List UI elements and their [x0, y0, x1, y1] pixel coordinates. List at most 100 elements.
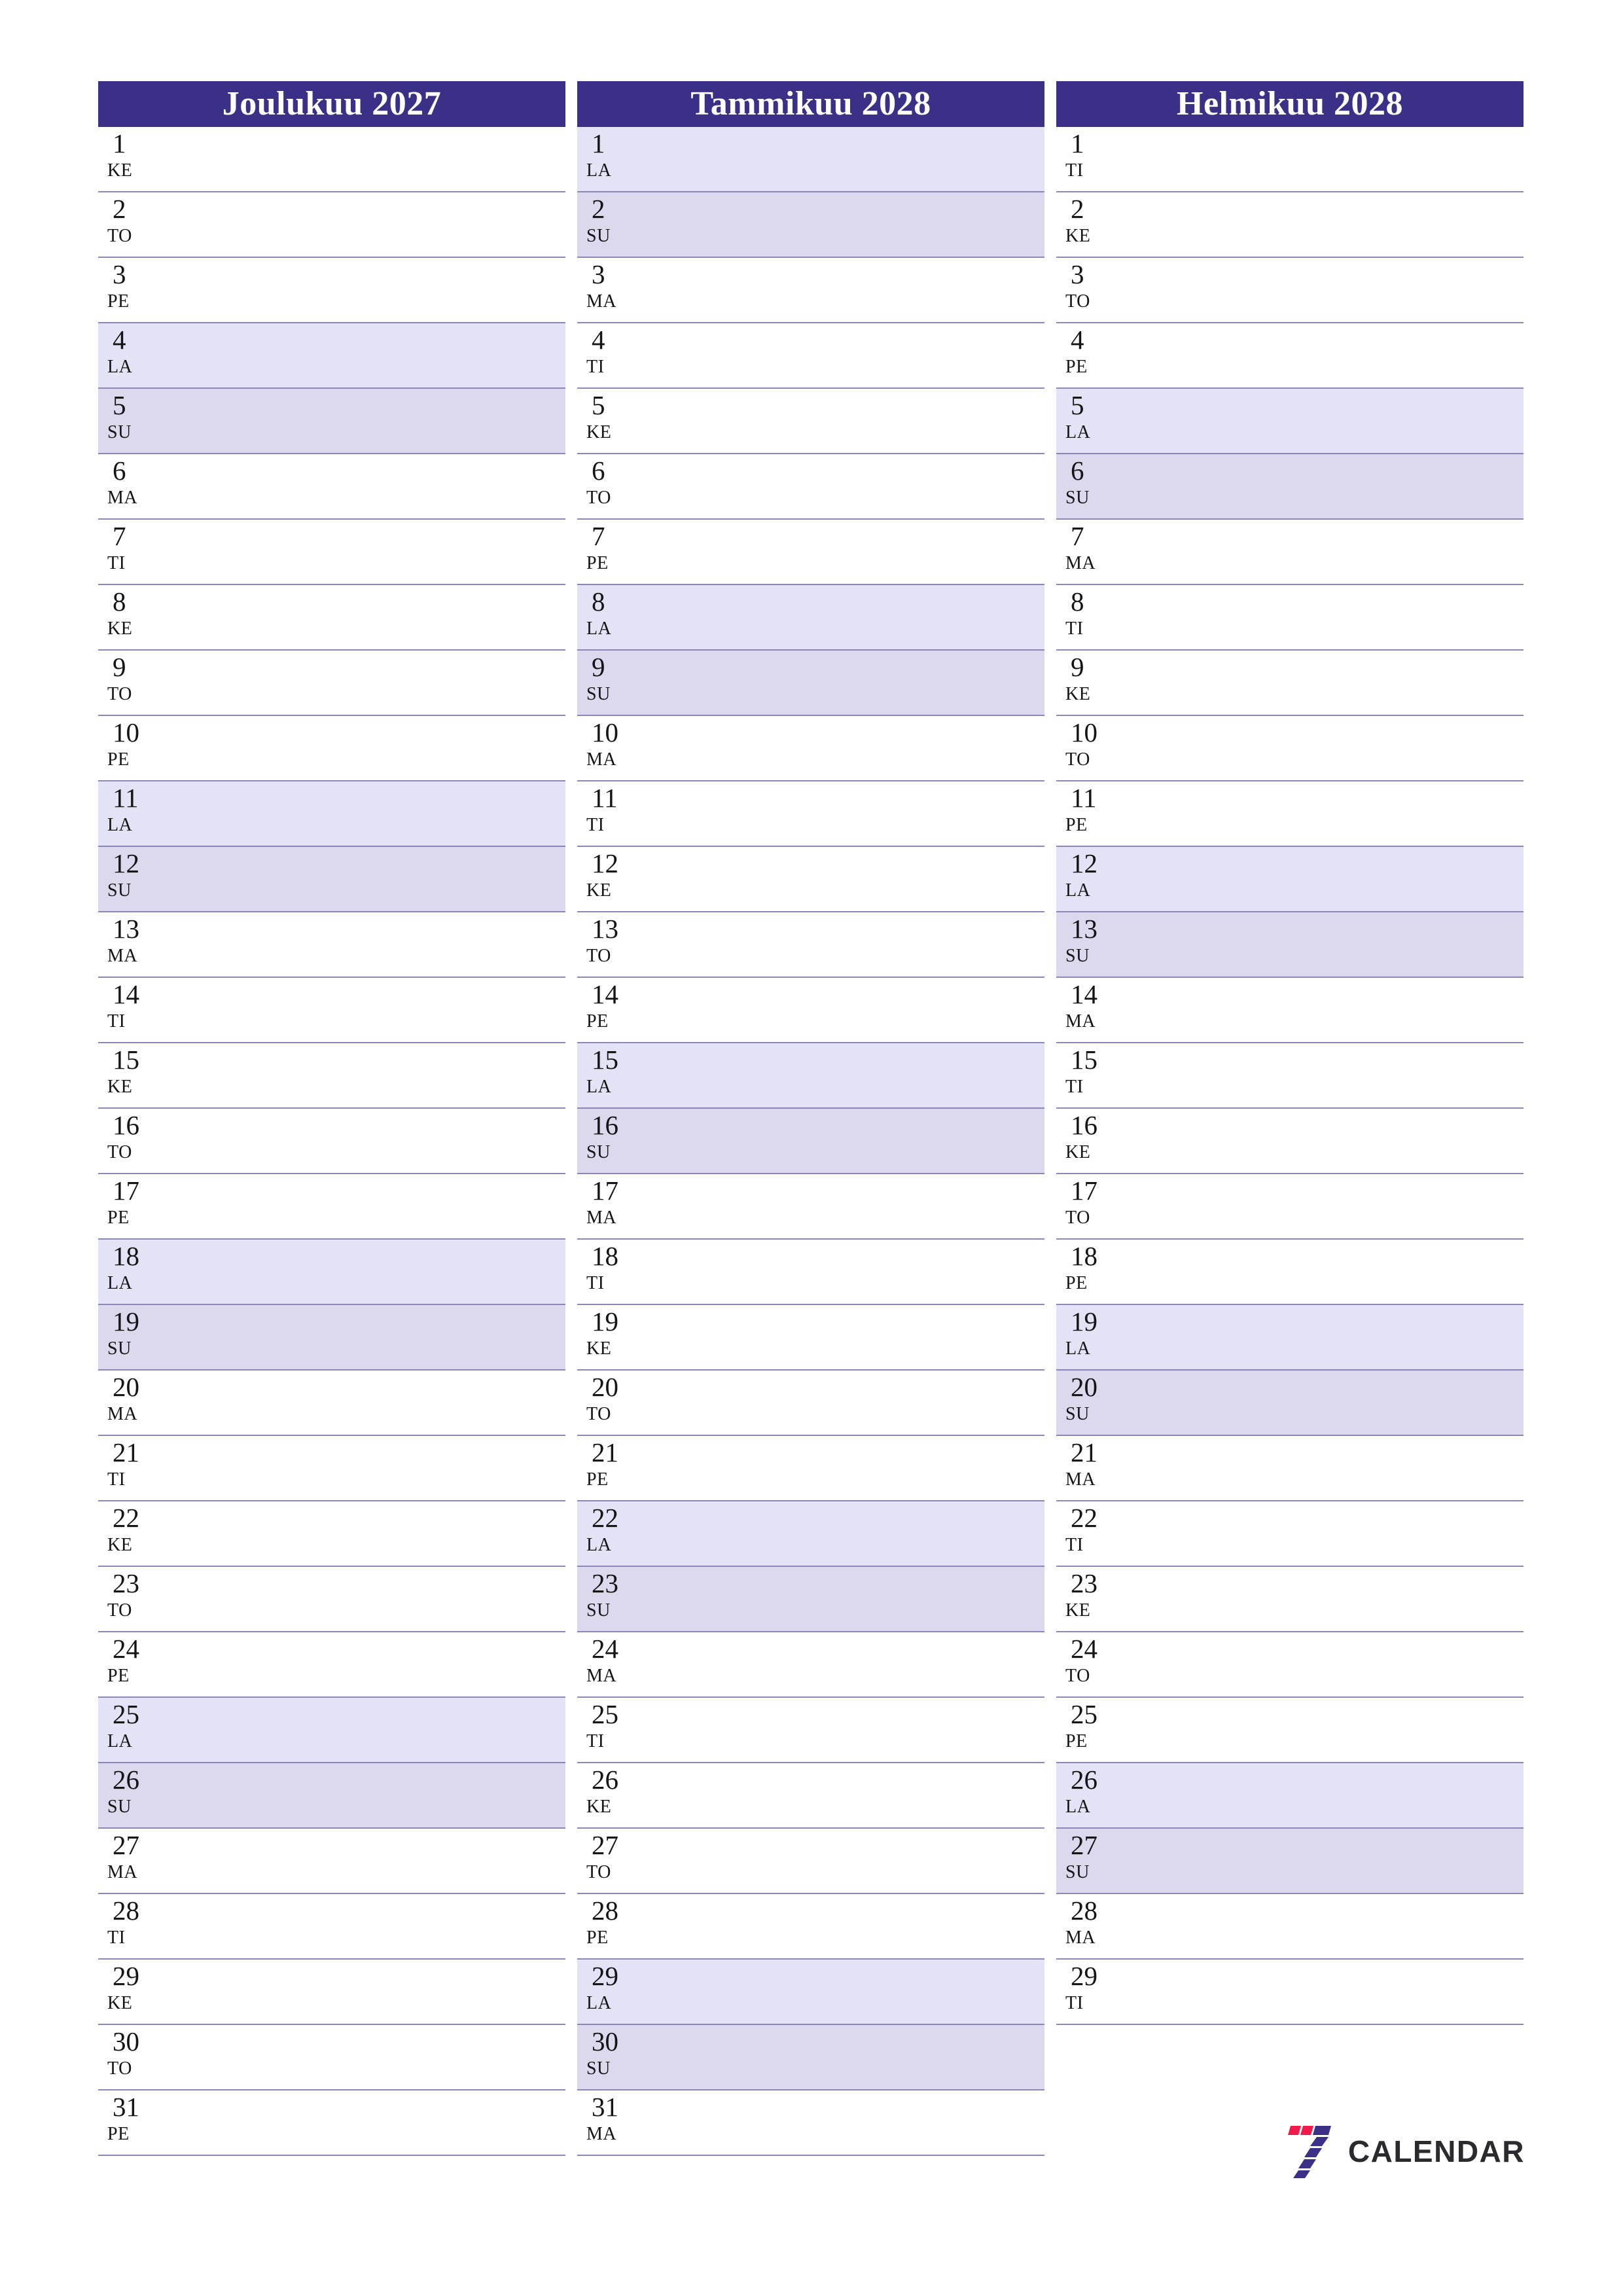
day-row[interactable]: 3 MA [577, 258, 1044, 323]
day-row[interactable]: 31 PE [98, 2090, 565, 2156]
day-row[interactable]: 20 MA [98, 1371, 565, 1436]
day-row[interactable]: 8 TI [1056, 585, 1524, 651]
day-row[interactable]: 6 SU [1056, 454, 1524, 520]
day-number: 11 [113, 783, 139, 813]
day-row[interactable]: 2 KE [1056, 192, 1524, 258]
day-row[interactable]: 19 SU [98, 1305, 565, 1371]
day-row[interactable]: 26 SU [98, 1763, 565, 1829]
day-row[interactable]: 8 KE [98, 585, 565, 651]
day-row[interactable]: 13 MA [98, 912, 565, 978]
day-row[interactable]: 19 KE [577, 1305, 1044, 1371]
day-row[interactable]: 3 PE [98, 258, 565, 323]
day-row[interactable]: 29 KE [98, 1960, 565, 2025]
day-row[interactable]: 5 KE [577, 389, 1044, 454]
day-row[interactable]: 1 LA [577, 127, 1044, 192]
day-row[interactable]: 7 MA [1056, 520, 1524, 585]
day-weekday-abbr: TO [107, 684, 132, 704]
day-row[interactable]: 7 TI [98, 520, 565, 585]
day-row[interactable]: 11 TI [577, 781, 1044, 847]
day-row[interactable]: 21 TI [98, 1436, 565, 1501]
day-row[interactable]: 1 KE [98, 127, 565, 192]
day-row[interactable]: 13 TO [577, 912, 1044, 978]
day-number: 14 [113, 979, 139, 1009]
day-row[interactable]: 15 TI [1056, 1043, 1524, 1109]
day-row[interactable]: 4 LA [98, 323, 565, 389]
day-number: 25 [592, 1699, 618, 1729]
day-row[interactable]: 7 PE [577, 520, 1044, 585]
day-row[interactable]: 28 PE [577, 1894, 1044, 1960]
day-row[interactable]: 24 PE [98, 1632, 565, 1698]
day-number: 22 [592, 1503, 618, 1533]
day-row[interactable]: 5 LA [1056, 389, 1524, 454]
day-row[interactable]: 22 LA [577, 1501, 1044, 1567]
day-row[interactable]: 12 SU [98, 847, 565, 912]
month-title-3: Helmikuu 2028 [1056, 81, 1524, 127]
day-row[interactable]: 9 TO [98, 651, 565, 716]
day-row[interactable]: 18 PE [1056, 1240, 1524, 1305]
day-row[interactable]: 10 PE [98, 716, 565, 781]
day-row[interactable]: 10 TO [1056, 716, 1524, 781]
day-row[interactable]: 14 PE [577, 978, 1044, 1043]
day-row[interactable]: 30 SU [577, 2025, 1044, 2090]
day-row[interactable]: 15 LA [577, 1043, 1044, 1109]
day-row[interactable]: 16 KE [1056, 1109, 1524, 1174]
day-row[interactable]: 20 SU [1056, 1371, 1524, 1436]
day-row[interactable]: 29 LA [577, 1960, 1044, 2025]
day-row[interactable]: 17 PE [98, 1174, 565, 1240]
day-row[interactable]: 28 MA [1056, 1894, 1524, 1960]
day-row[interactable]: 23 TO [98, 1567, 565, 1632]
day-row[interactable]: 15 KE [98, 1043, 565, 1109]
day-row[interactable]: 14 MA [1056, 978, 1524, 1043]
day-row[interactable]: 8 LA [577, 585, 1044, 651]
day-row[interactable]: 20 TO [577, 1371, 1044, 1436]
day-row[interactable]: 9 KE [1056, 651, 1524, 716]
day-row[interactable]: 2 SU [577, 192, 1044, 258]
day-row[interactable]: 10 MA [577, 716, 1044, 781]
day-number: 30 [592, 2026, 618, 2056]
day-row[interactable]: 11 LA [98, 781, 565, 847]
day-row[interactable]: 19 LA [1056, 1305, 1524, 1371]
day-row[interactable]: 26 KE [577, 1763, 1044, 1829]
day-row[interactable]: 18 LA [98, 1240, 565, 1305]
day-row[interactable]: 25 PE [1056, 1698, 1524, 1763]
day-row[interactable]: 27 MA [98, 1829, 565, 1894]
day-row[interactable]: 25 LA [98, 1698, 565, 1763]
day-row[interactable]: 2 TO [98, 192, 565, 258]
day-row[interactable]: 28 TI [98, 1894, 565, 1960]
day-row[interactable]: 24 MA [577, 1632, 1044, 1698]
day-weekday-abbr: KE [586, 422, 612, 442]
day-row[interactable]: 23 SU [577, 1567, 1044, 1632]
day-row[interactable]: 16 TO [98, 1109, 565, 1174]
day-row[interactable]: 4 TI [577, 323, 1044, 389]
day-row[interactable]: 21 PE [577, 1436, 1044, 1501]
day-row[interactable]: 29 TI [1056, 1960, 1524, 2025]
day-row[interactable]: 18 TI [577, 1240, 1044, 1305]
day-row[interactable]: 9 SU [577, 651, 1044, 716]
day-row[interactable]: 24 TO [1056, 1632, 1524, 1698]
day-row[interactable]: 12 KE [577, 847, 1044, 912]
day-row[interactable]: 4 PE [1056, 323, 1524, 389]
day-row[interactable]: 22 TI [1056, 1501, 1524, 1567]
day-row[interactable]: 31 MA [577, 2090, 1044, 2156]
day-row[interactable]: 1 TI [1056, 127, 1524, 192]
day-row[interactable]: 21 MA [1056, 1436, 1524, 1501]
day-row[interactable]: 5 SU [98, 389, 565, 454]
day-row[interactable]: 30 TO [98, 2025, 565, 2090]
day-row[interactable]: 6 MA [98, 454, 565, 520]
day-row[interactable]: 27 TO [577, 1829, 1044, 1894]
day-row[interactable]: 3 TO [1056, 258, 1524, 323]
day-row[interactable]: 27 SU [1056, 1829, 1524, 1894]
day-weekday-abbr: SU [107, 880, 132, 901]
day-row[interactable]: 13 SU [1056, 912, 1524, 978]
day-row[interactable]: 14 TI [98, 978, 565, 1043]
day-row[interactable]: 16 SU [577, 1109, 1044, 1174]
day-row[interactable]: 26 LA [1056, 1763, 1524, 1829]
day-row[interactable]: 17 TO [1056, 1174, 1524, 1240]
day-row[interactable]: 23 KE [1056, 1567, 1524, 1632]
day-row[interactable]: 6 TO [577, 454, 1044, 520]
day-row[interactable]: 12 LA [1056, 847, 1524, 912]
day-row[interactable]: 22 KE [98, 1501, 565, 1567]
day-row[interactable]: 17 MA [577, 1174, 1044, 1240]
day-row[interactable]: 25 TI [577, 1698, 1044, 1763]
day-row[interactable]: 11 PE [1056, 781, 1524, 847]
